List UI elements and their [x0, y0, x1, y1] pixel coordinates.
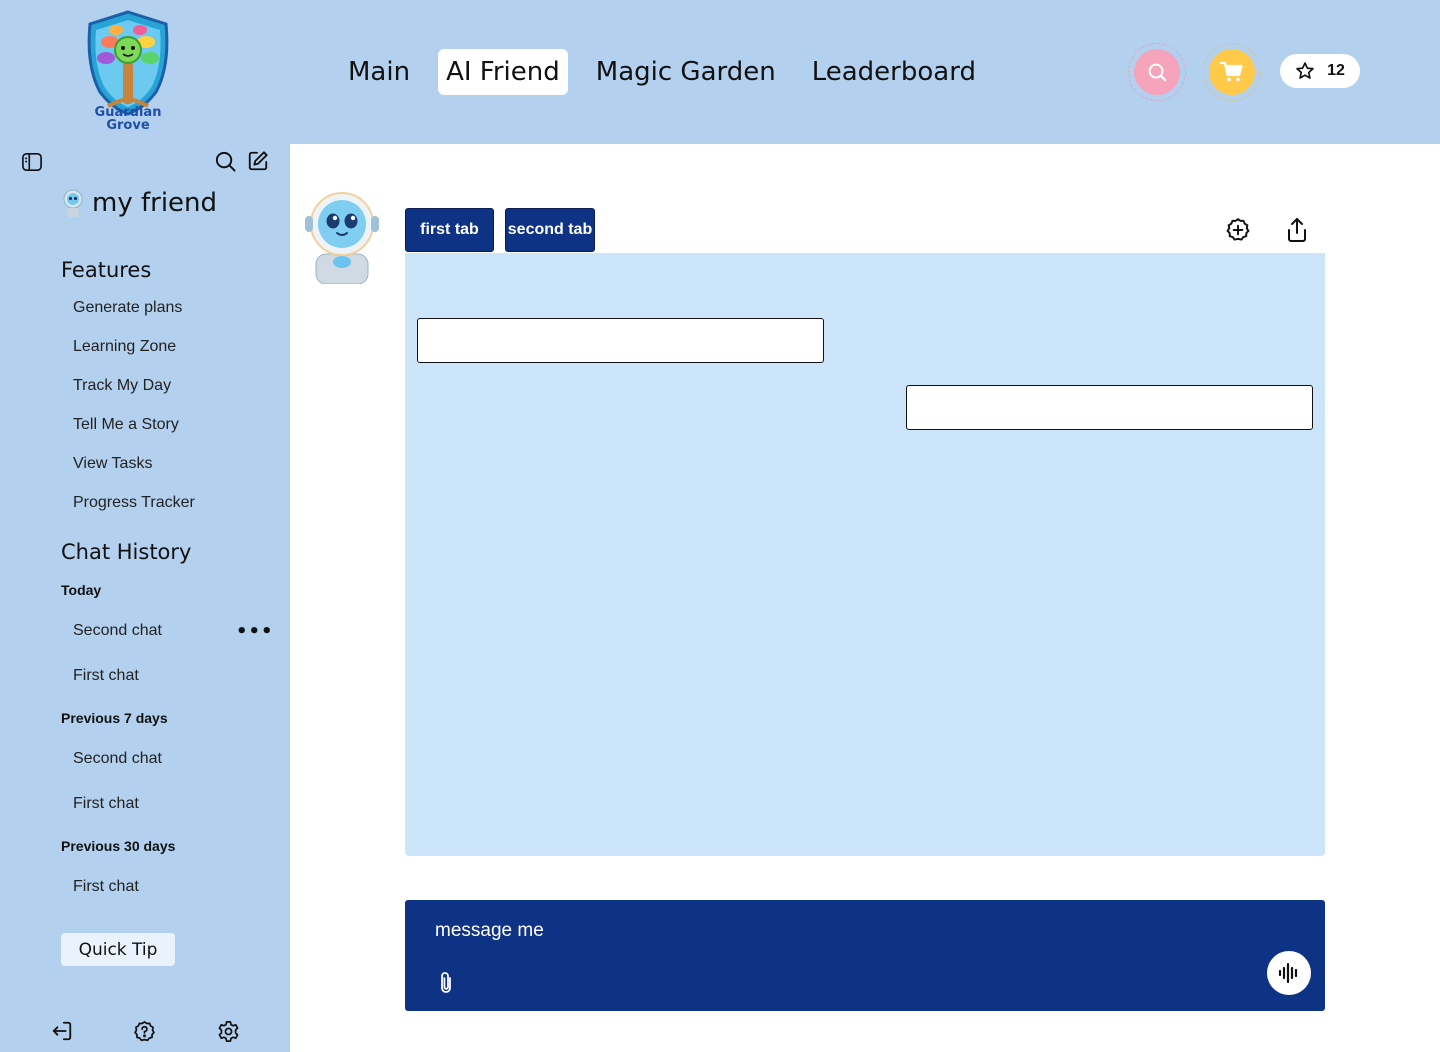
quick-tip-button[interactable]: Quick Tip [61, 933, 175, 966]
feature-generate-plans[interactable]: Generate plans [73, 299, 182, 317]
share-icon [1288, 218, 1306, 242]
message-composer [405, 900, 1325, 1011]
feature-tell-me-a-story[interactable]: Tell Me a Story [73, 416, 179, 434]
cart-button[interactable] [1203, 43, 1261, 101]
star-counter[interactable]: 12 [1280, 54, 1360, 88]
group-label-previous-7-days: Previous 7 days [61, 710, 168, 726]
chat-item[interactable]: First chat [73, 878, 139, 896]
paperclip-icon [441, 972, 451, 993]
attach-button[interactable] [435, 970, 457, 1000]
search-icon [1148, 63, 1167, 82]
nav-main[interactable]: Main [340, 49, 418, 95]
tab-second[interactable]: second tab [505, 208, 595, 252]
message-input[interactable] [435, 916, 1135, 946]
share-button[interactable] [1283, 216, 1311, 244]
group-label-previous-30-days: Previous 30 days [61, 838, 176, 854]
feature-view-tasks[interactable]: View Tasks [73, 455, 152, 473]
help-icon[interactable] [133, 1020, 156, 1043]
robot-avatar-icon [63, 189, 83, 217]
chat-item[interactable]: First chat [73, 795, 139, 813]
group-label-today: Today [61, 582, 102, 598]
user-message-bubble [906, 385, 1313, 430]
friend-title: my friend [60, 188, 217, 218]
edit-icon[interactable] [247, 150, 269, 172]
header-search-button[interactable] [1128, 43, 1186, 101]
feature-track-my-day[interactable]: Track My Day [73, 377, 171, 395]
nav-magic-garden[interactable]: Magic Garden [588, 49, 784, 95]
star-icon [1296, 62, 1314, 79]
top-header: Guardian Grove Main AI Friend Magic Gard… [0, 0, 1440, 144]
ai-message-bubble [417, 318, 824, 363]
brand-name: Guardian Grove [78, 106, 178, 132]
feature-progress-tracker[interactable]: Progress Tracker [73, 494, 195, 512]
nav-leaderboard[interactable]: Leaderboard [804, 49, 984, 95]
chat-messages-panel [405, 253, 1325, 856]
chat-item[interactable]: Second chat [73, 750, 162, 768]
search-icon[interactable] [214, 150, 237, 173]
new-chat-button[interactable] [1224, 216, 1252, 244]
tab-first[interactable]: first tab [405, 208, 494, 252]
voice-icon [1278, 962, 1298, 984]
settings-icon[interactable] [217, 1020, 240, 1043]
nav-ai-friend[interactable]: AI Friend [438, 49, 568, 95]
sidebar-toggle-icon[interactable] [21, 152, 43, 172]
chat-options-menu[interactable]: ••• [236, 621, 274, 642]
chat-item[interactable]: First chat [73, 667, 139, 685]
friend-title-text: my friend [92, 188, 218, 218]
chat-item[interactable]: Second chat [73, 622, 162, 640]
feature-learning-zone[interactable]: Learning Zone [73, 338, 176, 356]
voice-input-button[interactable] [1267, 951, 1311, 995]
new-chat-icon [1226, 217, 1250, 241]
star-count: 12 [1327, 62, 1345, 79]
logout-icon[interactable] [51, 1020, 73, 1042]
cart-icon [1220, 61, 1243, 82]
sidebar: my friend Features Generate plans Learni… [0, 144, 290, 1052]
features-heading: Features [61, 258, 152, 282]
chat-history-heading: Chat History [61, 540, 192, 564]
main-nav: Main AI Friend Magic Garden Leaderboard [340, 49, 1004, 95]
ai-friend-robot-avatar [305, 192, 379, 284]
brand-line-2: Grove [106, 118, 150, 133]
